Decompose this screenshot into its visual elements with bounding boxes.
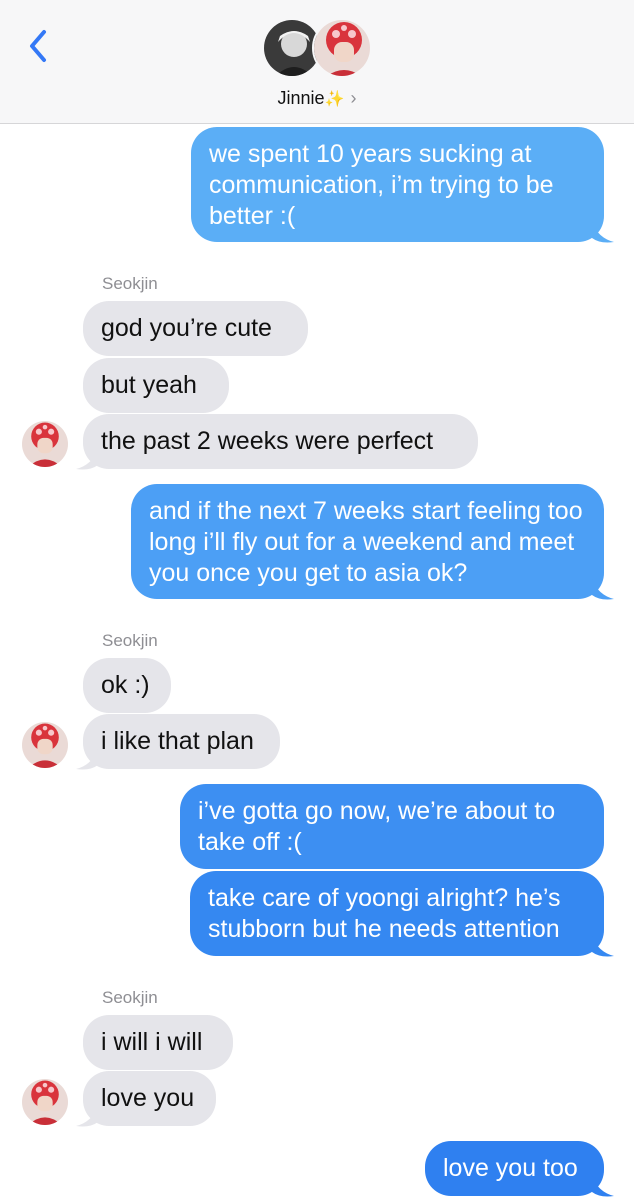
chevron-right-icon: › xyxy=(350,88,357,108)
received-message[interactable]: i like that plan xyxy=(83,714,280,769)
message-text: ok :) xyxy=(101,671,150,699)
sparkle-icon: ✨ xyxy=(324,91,345,108)
chevron-left-icon xyxy=(30,30,46,62)
back-button[interactable] xyxy=(24,28,54,64)
bubble-tail xyxy=(592,1176,614,1197)
contact-name-button[interactable]: Jinnie✨ › xyxy=(0,88,634,109)
contact-avatars[interactable] xyxy=(262,18,374,82)
message-text: i’ve gotta go now, we’re about to take o… xyxy=(198,797,556,856)
received-message[interactable]: ok :) xyxy=(83,658,171,713)
received-message[interactable]: love you xyxy=(83,1071,216,1126)
message-text: but yeah xyxy=(101,371,197,399)
sender-name: Seokjin xyxy=(102,274,158,293)
sent-message[interactable]: i’ve gotta go now, we’re about to take o… xyxy=(180,784,604,869)
bubble-tail xyxy=(76,449,98,470)
message-text: love you too xyxy=(443,1154,578,1182)
received-message[interactable]: but yeah xyxy=(83,358,229,413)
avatar[interactable] xyxy=(22,421,68,467)
received-message[interactable]: god you’re cute xyxy=(83,301,308,356)
avatar[interactable] xyxy=(22,1079,68,1125)
message-text: love you xyxy=(101,1084,195,1112)
message-text: take care of yoongi alright? he’s stubbo… xyxy=(208,884,561,943)
bubble-tail xyxy=(76,749,98,770)
contact-name: Jinnie xyxy=(277,88,325,108)
sender-name: Seokjin xyxy=(102,988,158,1007)
message-text: the past 2 weeks were perfect xyxy=(101,427,434,455)
sent-message[interactable]: love you too xyxy=(425,1141,604,1196)
received-message[interactable]: the past 2 weeks were perfect xyxy=(83,414,478,469)
avatar[interactable] xyxy=(22,722,68,768)
sent-message[interactable]: take care of yoongi alright? he’s stubbo… xyxy=(190,871,604,956)
message-text: we spent 10 years sucking at communicati… xyxy=(209,140,554,230)
bubble-tail xyxy=(76,1106,98,1127)
message-text: god you’re cute xyxy=(101,314,272,342)
bubble-tail xyxy=(592,579,614,600)
sent-message[interactable]: and if the next 7 weeks start feeling to… xyxy=(131,484,604,599)
sender-name: Seokjin xyxy=(102,631,158,650)
avatar xyxy=(312,18,372,78)
received-message[interactable]: i will i will xyxy=(83,1015,233,1070)
bubble-tail xyxy=(592,936,614,957)
sent-message[interactable]: we spent 10 years sucking at communicati… xyxy=(191,127,604,242)
message-text: i will i will xyxy=(101,1028,203,1056)
bubble-tail xyxy=(592,222,614,243)
message-text: and if the next 7 weeks start feeling to… xyxy=(149,497,583,587)
conversation-header: Jinnie✨ › xyxy=(0,0,634,124)
message-text: i like that plan xyxy=(101,727,254,755)
